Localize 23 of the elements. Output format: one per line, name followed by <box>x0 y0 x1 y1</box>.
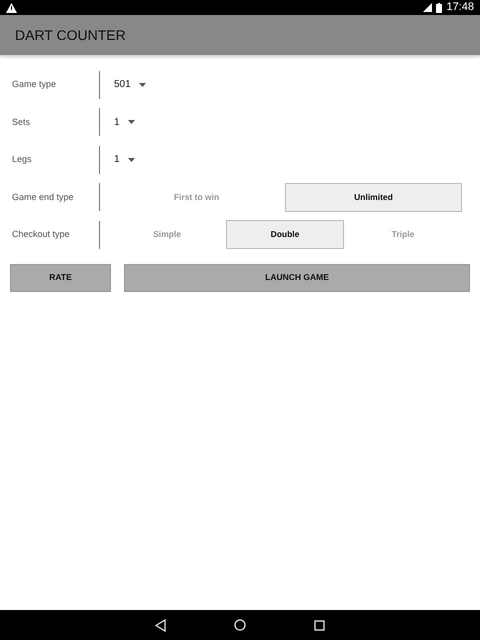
signal-icon <box>423 3 432 12</box>
launch-game-button[interactable]: LAUNCH GAME <box>124 264 470 292</box>
setting-label: Checkout type <box>11 228 71 241</box>
home-icon[interactable] <box>234 619 246 631</box>
back-icon[interactable] <box>155 618 166 632</box>
caret-icon <box>128 158 135 162</box>
battery-icon <box>436 2 442 12</box>
setting-label: Sets <box>11 116 32 128</box>
rate-button[interactable]: RATE <box>10 264 111 292</box>
dropdown[interactable]: 1 <box>114 112 135 133</box>
setting-label: Game type <box>11 78 58 91</box>
option-tab[interactable]: Double <box>226 220 344 250</box>
dropdown[interactable]: 1 <box>114 149 135 170</box>
caret-icon <box>138 82 146 87</box>
dropdown[interactable]: 501 <box>114 74 146 96</box>
warning-icon <box>6 2 17 12</box>
recents-icon[interactable] <box>314 620 325 630</box>
clock-time: 17:48 <box>446 2 474 13</box>
caret-icon <box>128 120 135 124</box>
app-title: DART COUNTER <box>15 26 126 44</box>
setting-label: Game end type <box>11 190 75 204</box>
setting-label: Legs <box>11 153 33 166</box>
option-tab[interactable]: Unlimited <box>285 182 462 212</box>
